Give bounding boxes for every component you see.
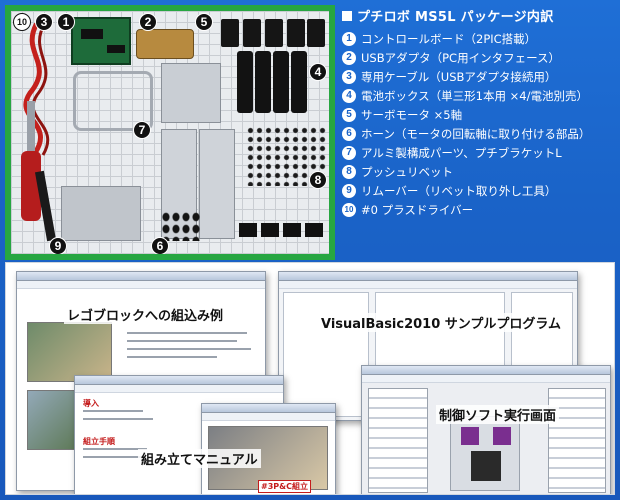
- list-item: 10 #0 プラスドライバー: [342, 200, 614, 219]
- manual-badge: #3P&C組立: [258, 480, 311, 493]
- extra-parts-image: [239, 223, 327, 237]
- parts-photo: 10 3 1 2 5 4 7 8 9 6: [5, 5, 335, 260]
- control-software-window: [361, 365, 611, 494]
- parts-photo-grid: 10 3 1 2 5 4 7 8 9 6: [11, 11, 329, 254]
- list-item: 4 電池ボックス（単三形1本用 ×4/電池別売）: [342, 86, 614, 105]
- marker-5: 5: [195, 13, 213, 31]
- list-item: 3 専用ケーブル（USBアダプタ接続用）: [342, 67, 614, 86]
- package-list: プチロボ MS5L パッケージ内訳 1 コントロールボード（2PIC搭載） 2 US…: [342, 6, 614, 217]
- package-list-title: プチロボ MS5L パッケージ内訳: [342, 6, 614, 25]
- lego-photo-1: [27, 322, 112, 382]
- screenshot-collage: レゴブロックへの組込み例 VisualBasic2010 サンプルプログラム 導…: [5, 262, 615, 495]
- aluminum-block-image: [161, 63, 221, 123]
- manual-heading-intro: 導入: [83, 399, 99, 408]
- caption-lego: レゴブロックへの組込み例: [64, 305, 227, 324]
- servo-motors-image: [221, 19, 325, 49]
- caption-control: 制御ソフト実行画面: [436, 405, 560, 424]
- manual-heading-assembly: 組立手順: [83, 437, 115, 446]
- marker-8: 8: [309, 171, 327, 189]
- bracket-plates-image: [61, 186, 141, 241]
- robot-preview: [450, 416, 520, 491]
- marker-6: 6: [151, 237, 169, 254]
- marker-4: 4: [309, 63, 327, 81]
- caption-vb: VisualBasic2010 サンプルプログラム: [318, 313, 565, 332]
- battery-box-image: [237, 51, 307, 121]
- list-item: 7 アルミ製構成パーツ、プチブラケットL: [342, 143, 614, 162]
- aluminum-plate-2: [199, 129, 235, 239]
- marker-1: 1: [57, 13, 75, 31]
- marker-9: 9: [49, 237, 67, 254]
- square-bullet-icon: [342, 10, 352, 21]
- marker-7: 7: [133, 121, 151, 139]
- marker-2: 2: [139, 13, 157, 31]
- marker-3: 3: [35, 13, 53, 31]
- usb-adapter-image: [136, 29, 194, 59]
- control-board-image: [71, 17, 131, 65]
- caption-manual: 組み立てマニュアル: [138, 449, 261, 468]
- list-item: 9 リムーバー（リベット取り外し工具）: [342, 181, 614, 200]
- list-item: 2 USBアダプタ（PC用インタフェース）: [342, 48, 614, 67]
- list-item: 8 プッシュリベット: [342, 162, 614, 181]
- marker-10: 10: [13, 13, 31, 31]
- list-item: 6 ホーン（モータの回転軸に取り付ける部品）: [342, 124, 614, 143]
- list-item: 1 コントロールボード（2PIC搭載）: [342, 29, 614, 48]
- horns-image: [161, 211, 201, 241]
- list-item: 5 サーボモータ ×5軸: [342, 105, 614, 124]
